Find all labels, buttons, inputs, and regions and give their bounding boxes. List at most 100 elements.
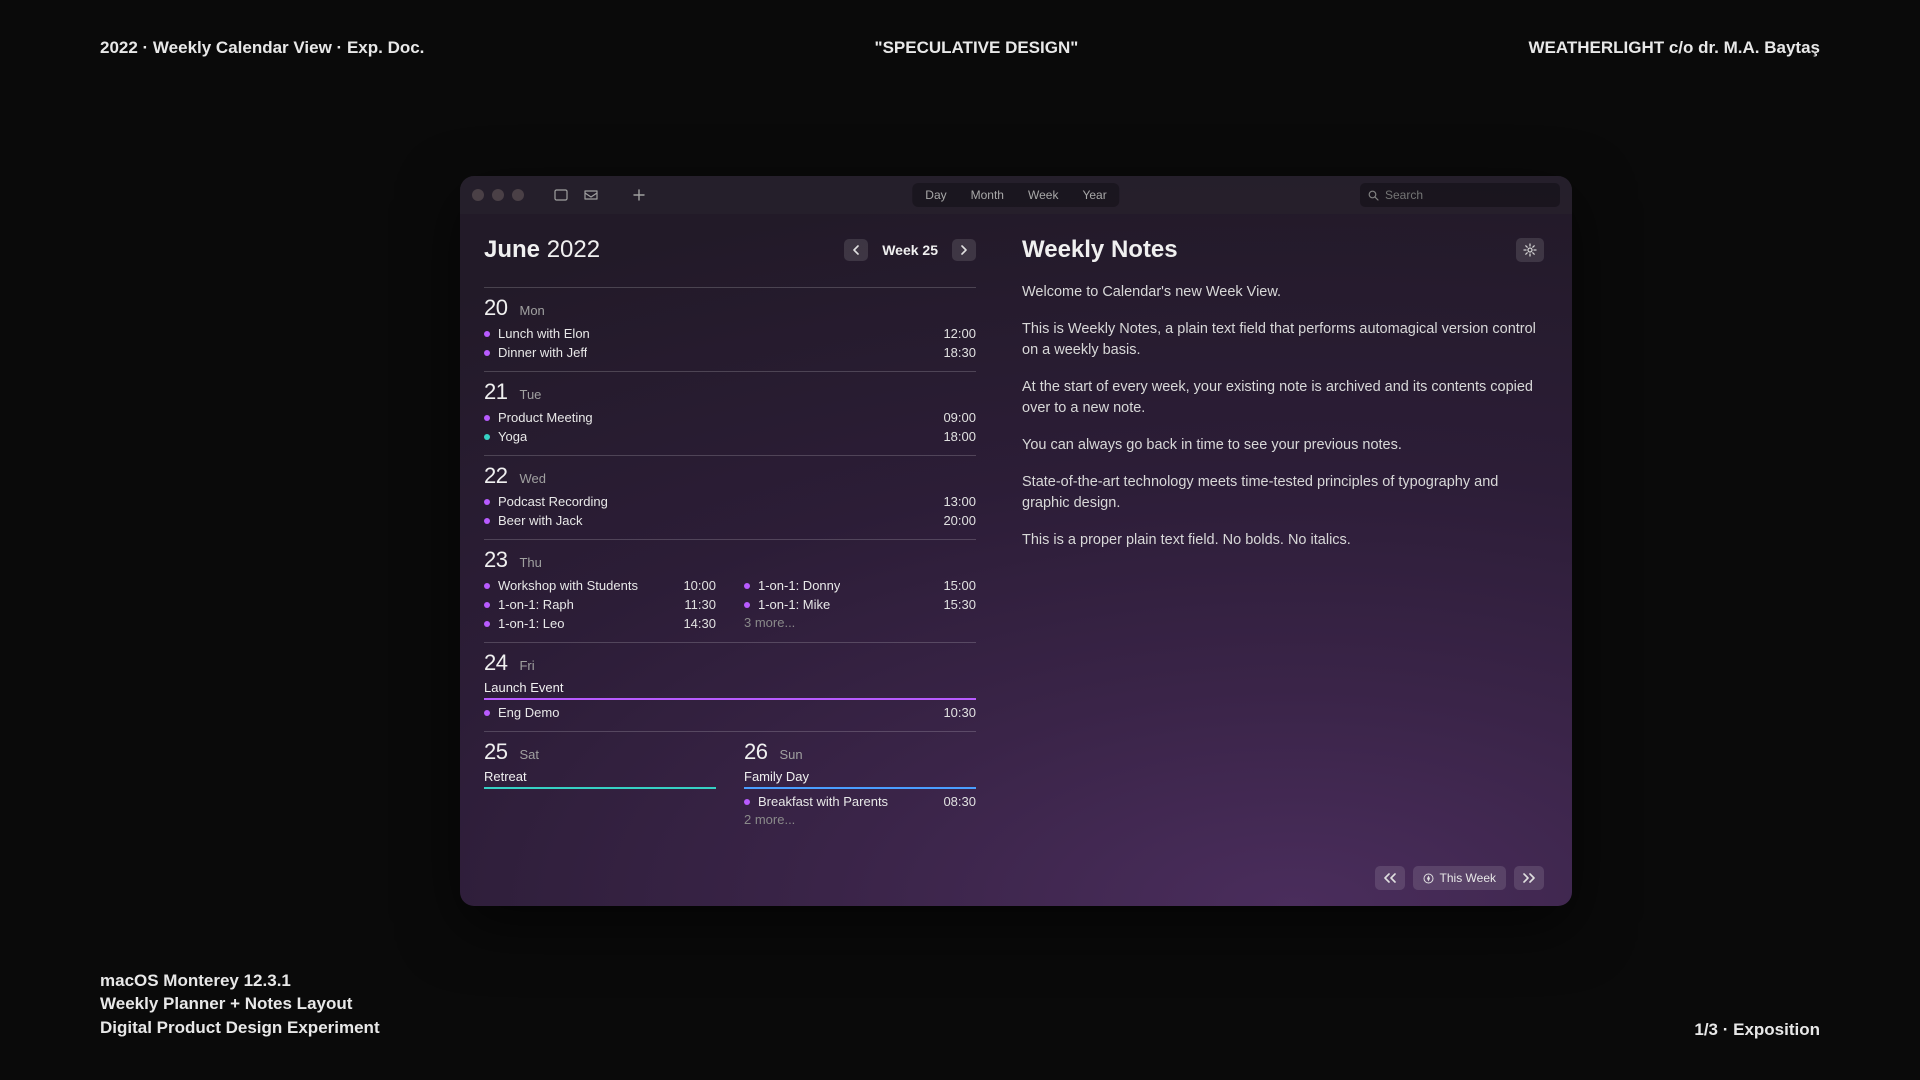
event-title: Dinner with Jeff <box>498 343 587 362</box>
event-title: 1-on-1: Raph <box>498 595 574 614</box>
search-input[interactable] <box>1385 188 1552 202</box>
event-time: 12:00 <box>943 324 976 343</box>
close-icon[interactable] <box>472 189 484 201</box>
day-number: 25 <box>484 739 507 765</box>
event-dot-icon <box>484 518 490 524</box>
event-time: 11:30 <box>684 595 716 614</box>
day-separator <box>484 455 976 456</box>
day-separator <box>484 731 976 732</box>
day-block: 24 Fri Launch Event Eng Demo 10:30 <box>484 650 976 722</box>
event-title: Workshop with Students <box>498 576 638 595</box>
day-separator <box>484 287 976 288</box>
add-button[interactable] <box>626 184 652 206</box>
event-time: 09:00 <box>943 408 976 427</box>
tab-day[interactable]: Day <box>913 184 958 206</box>
chevron-double-left-icon <box>1383 873 1397 883</box>
event-title: Beer with Jack <box>498 511 583 530</box>
event-row[interactable]: 1-on-1: Raph 11:30 <box>484 595 716 614</box>
event-time: 14:30 <box>683 614 716 633</box>
event-time: 10:00 <box>683 576 716 595</box>
day-of-week: Tue <box>519 387 541 402</box>
event-row[interactable]: Dinner with Jeff 18:30 <box>484 343 976 362</box>
event-row[interactable]: Lunch with Elon 12:00 <box>484 324 976 343</box>
event-row[interactable]: Eng Demo 10:30 <box>484 703 976 722</box>
day-separator <box>484 371 976 372</box>
inbox-icon[interactable] <box>578 184 604 206</box>
allday-event[interactable]: Family Day <box>744 768 976 789</box>
tab-week[interactable]: Week <box>1016 184 1070 206</box>
event-row[interactable]: 1-on-1: Mike 15:30 <box>744 595 976 614</box>
event-title: Product Meeting <box>498 408 593 427</box>
day-column: 1-on-1: Donny 15:00 1-on-1: Mike 15:30 3… <box>744 576 976 633</box>
day-number: 20 <box>484 295 507 321</box>
traffic-lights <box>472 189 524 201</box>
day-column: 26 SunFamily Day Breakfast with Parents … <box>744 739 976 829</box>
day-column: 20 Mon Lunch with Elon 12:00 Dinner with… <box>484 295 976 362</box>
event-time: 18:30 <box>943 343 976 362</box>
week-label: Week 25 <box>872 242 948 258</box>
day-block: 20 Mon Lunch with Elon 12:00 Dinner with… <box>484 295 976 362</box>
day-number: 26 <box>744 739 767 765</box>
event-dot-icon <box>484 350 490 356</box>
day-number: 24 <box>484 650 507 676</box>
event-row[interactable]: Workshop with Students 10:00 <box>484 576 716 595</box>
calendar-window: Day Month Week Year June 2022 <box>460 176 1572 906</box>
gear-icon <box>1523 243 1537 257</box>
frame-header-right: WEATHERLIGHT c/o dr. M.A. Baytaş <box>1528 38 1820 58</box>
day-of-week: Fri <box>519 658 534 673</box>
day-block: 22 Wed Podcast Recording 13:00 Beer with… <box>484 463 976 530</box>
event-row[interactable]: Podcast Recording 13:00 <box>484 492 976 511</box>
allday-event[interactable]: Launch Event <box>484 679 976 700</box>
search-icon <box>1368 190 1379 201</box>
month-title: June 2022 <box>484 236 600 264</box>
event-dot-icon <box>744 602 750 608</box>
event-title: 1-on-1: Donny <box>758 576 840 595</box>
more-events-label[interactable]: 3 more... <box>744 614 976 632</box>
this-week-label: This Week <box>1440 871 1496 885</box>
frame-header-left: 2022 · Weekly Calendar View · Exp. Doc. <box>100 38 424 58</box>
day-of-week: Thu <box>519 555 541 570</box>
view-segmented-control: Day Month Week Year <box>912 183 1119 207</box>
event-time: 08:30 <box>943 792 976 811</box>
day-column: 25 Sat Retreat <box>484 739 716 829</box>
frame-footer-line-3: Digital Product Design Experiment <box>100 1016 380 1040</box>
notes-paragraph: State-of-the-art technology meets time-t… <box>1022 472 1544 514</box>
event-dot-icon <box>484 621 490 627</box>
event-dot-icon <box>744 583 750 589</box>
day-of-week: Mon <box>519 303 544 318</box>
event-row[interactable]: Beer with Jack 20:00 <box>484 511 976 530</box>
prev-week-button[interactable] <box>844 239 868 261</box>
event-dot-icon <box>484 434 490 440</box>
event-dot-icon <box>484 415 490 421</box>
minimize-icon[interactable] <box>492 189 504 201</box>
notes-rewind-button[interactable] <box>1375 866 1405 890</box>
event-row[interactable]: Product Meeting 09:00 <box>484 408 976 427</box>
tab-year[interactable]: Year <box>1070 184 1118 206</box>
calendar-icon[interactable] <box>548 184 574 206</box>
event-row[interactable]: 1-on-1: Donny 15:00 <box>744 576 976 595</box>
allday-event[interactable]: Retreat <box>484 768 716 789</box>
event-row[interactable]: Yoga 18:00 <box>484 427 976 446</box>
zoom-icon[interactable] <box>512 189 524 201</box>
frame-footer-line-2: Weekly Planner + Notes Layout <box>100 992 380 1016</box>
settings-button[interactable] <box>1516 238 1544 262</box>
chevron-double-right-icon <box>1522 873 1536 883</box>
notes-forward-button[interactable] <box>1514 866 1544 890</box>
event-title: Breakfast with Parents <box>758 792 888 811</box>
event-title: Yoga <box>498 427 527 446</box>
this-week-button[interactable]: This Week <box>1413 866 1506 890</box>
day-of-week: Sat <box>519 747 539 762</box>
event-time: 15:00 <box>943 576 976 595</box>
tab-month[interactable]: Month <box>959 184 1016 206</box>
day-number: 21 <box>484 379 507 405</box>
event-dot-icon <box>484 710 490 716</box>
notes-text-field[interactable]: Welcome to Calendar's new Week View.This… <box>1022 282 1544 551</box>
event-row[interactable]: Breakfast with Parents 08:30 <box>744 792 976 811</box>
week-nav: Week 25 <box>844 239 976 261</box>
search-box[interactable] <box>1360 183 1560 207</box>
day-of-week: Wed <box>519 471 546 486</box>
day-separator <box>484 642 976 643</box>
next-week-button[interactable] <box>952 239 976 261</box>
more-events-label[interactable]: 2 more... <box>744 811 976 829</box>
event-row[interactable]: 1-on-1: Leo 14:30 <box>484 614 716 633</box>
